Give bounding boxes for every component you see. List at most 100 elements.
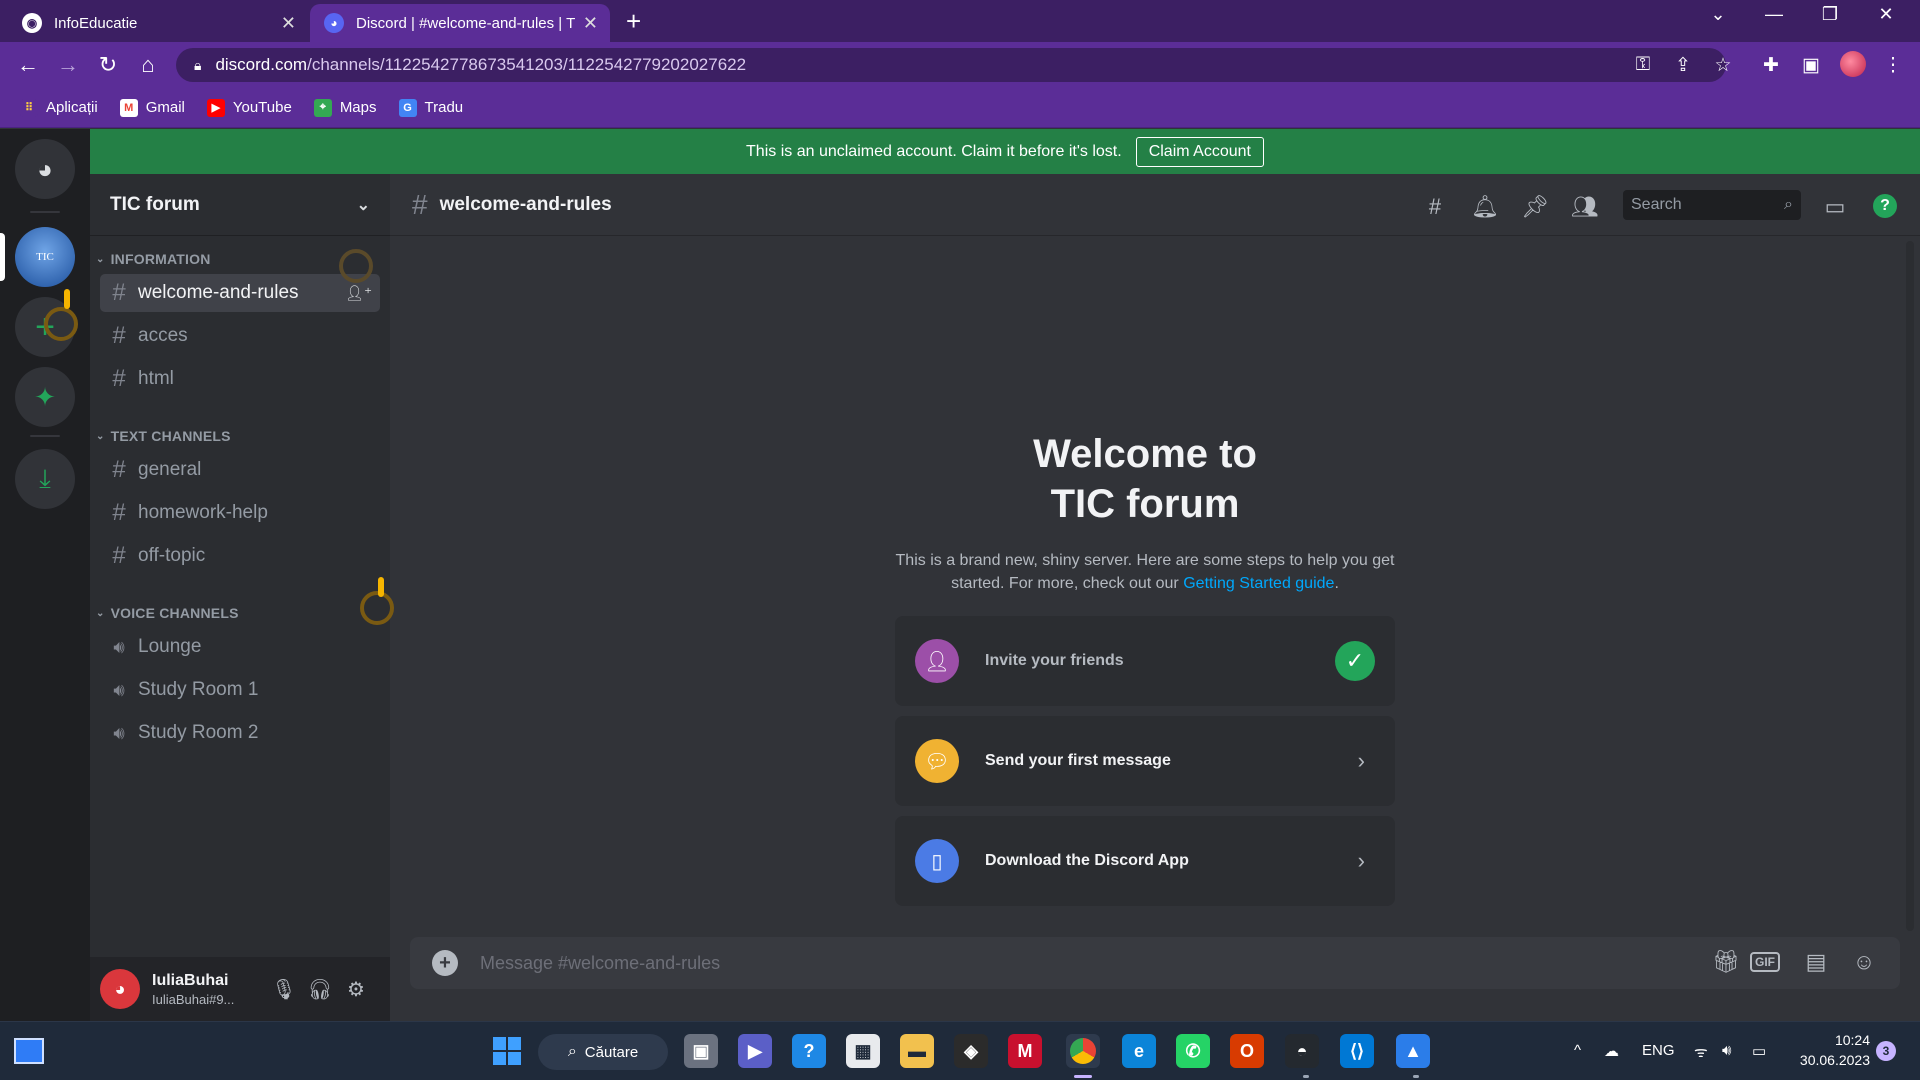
pin-icon[interactable]: 📌︎ [1520,194,1550,220]
bookmark-youtube[interactable]: ▶ YouTube [206,98,292,117]
claim-account-button[interactable]: Claim Account [1135,136,1264,167]
vscode-icon[interactable]: ⟨⟩ [1340,1034,1374,1068]
download-app-card[interactable]: ▯ Download the Discord App › [895,816,1395,906]
chrome-icon[interactable] [1066,1034,1100,1068]
explore-servers-button[interactable]: ✦ [15,367,75,427]
bookmark-translate[interactable]: G Tradu [398,98,463,117]
channel-html[interactable]: # html [100,360,380,398]
browser-tab-discord[interactable]: ◕ Discord | #welcome-and-rules | T ✕ [310,4,610,42]
mcafee-icon[interactable]: M [1008,1034,1042,1068]
file-explorer-icon[interactable]: ▬ [900,1034,934,1068]
message-composer[interactable]: + Message #welcome-and-rules 🎁︎ GIF ▤ ☺ [410,937,1900,989]
download-apps-button[interactable]: ⤓ [15,449,75,509]
browser-tab-infoeducatie[interactable]: ◉ InfoEducatie ✕ [8,4,308,42]
restore-button[interactable]: ❐ [1802,4,1858,25]
clock-time: 10:24 [1834,1032,1870,1048]
gear-icon[interactable]: ⚙ [342,977,370,1002]
tab-search-icon[interactable]: ⌄ [1690,4,1746,25]
taskbar-search[interactable]: ⌕ Căutare [538,1034,668,1070]
system-clock[interactable]: 10:24 30.06.2023 [1788,1030,1870,1070]
forward-icon[interactable]: → [54,52,82,78]
channel-homework-help[interactable]: # homework-help [100,494,380,532]
language-indicator[interactable]: ENG [1642,1042,1675,1059]
channel-general[interactable]: # general [100,451,380,489]
bookmark-apps[interactable]: ⠿ Aplicații [20,98,98,117]
getting-started-link[interactable]: Getting Started guide [1183,575,1334,592]
category-information[interactable]: ⌄ INFORMATION [96,251,211,267]
emoji-icon[interactable]: ☺ [1848,949,1880,975]
home-icon[interactable]: ⌂ [134,52,162,78]
profile-avatar[interactable] [1840,51,1866,77]
photos-icon[interactable]: ▲ [1396,1034,1430,1068]
user-avatar[interactable]: ◕ [100,969,140,1009]
gif-button[interactable]: GIF [1750,952,1780,972]
chevron-down-icon: ⌄ [96,253,105,265]
chat-scrollbar[interactable] [1906,241,1914,931]
bell-icon[interactable]: 🔔︎ [1470,194,1500,220]
extensions-icon[interactable]: ✚ [1758,54,1784,77]
office-icon[interactable]: O [1230,1034,1264,1068]
star-icon[interactable]: ☆ [1710,54,1736,77]
channel-acces[interactable]: # acces [100,317,380,355]
minimize-button[interactable]: — [1746,4,1802,25]
tutorial-ring [44,307,78,341]
weather-icon[interactable]: ? [792,1034,826,1068]
search-input[interactable]: Search ⌕ [1623,190,1801,220]
onedrive-warning-icon[interactable]: ☁ [1604,1042,1619,1060]
lock-icon[interactable]: 🔒︎ [194,57,201,74]
category-text-channels[interactable]: ⌄ TEXT CHANNELS [96,428,231,444]
microsoft-store-icon[interactable]: ▦ [846,1034,880,1068]
reload-icon[interactable]: ↻ [94,52,122,78]
discord-home-button[interactable]: ◕ [15,139,75,199]
battery-icon[interactable]: ▭ [1752,1042,1766,1060]
task-view-icon[interactable]: ▣ [684,1034,718,1068]
key-icon[interactable]: ⚿ [1630,54,1656,76]
sticker-icon[interactable]: ▤ [1800,949,1832,975]
category-voice-channels[interactable]: ⌄ VOICE CHANNELS [96,605,239,621]
notification-badge[interactable]: 3 [1876,1041,1896,1061]
back-icon[interactable]: ← [14,52,42,78]
address-bar[interactable]: 🔒︎ discord.com/channels/1122542778673541… [176,48,1726,82]
whatsapp-icon[interactable]: ✆ [1176,1034,1210,1068]
server-icon-tic-forum[interactable]: TIC [15,227,75,287]
edge-icon[interactable]: e [1122,1034,1156,1068]
mute-microphone-icon[interactable]: 🎙︎ [270,977,298,1002]
voice-channel-lounge[interactable]: 🔊︎ Lounge [100,628,380,666]
github-icon[interactable]: ◓ [1285,1034,1319,1068]
threads-icon[interactable]: # [1420,194,1450,220]
member-list-icon[interactable]: 👥︎ [1570,194,1600,220]
close-tab-icon[interactable]: ✕ [583,13,598,34]
gift-icon[interactable]: 🎁︎ [1710,949,1742,975]
channel-off-topic[interactable]: # off-topic [100,537,380,575]
invite-friends-card[interactable]: 👤︎ Invite your friends ✓ [895,616,1395,706]
show-hidden-icons-icon[interactable]: ^ [1574,1042,1581,1059]
share-icon[interactable]: ⇪ [1670,54,1696,77]
tab-title: InfoEducatie [54,14,138,32]
voice-channel-study-room-2[interactable]: 🔊︎ Study Room 2 [100,714,380,752]
inbox-icon[interactable]: ▭ [1820,194,1850,220]
user-info[interactable]: IuliaBuhai IuliaBuhai#9... [152,972,234,1007]
bookmark-gmail[interactable]: M Gmail [119,98,185,117]
side-panel-icon[interactable]: ▣ [1798,54,1824,77]
channel-welcome-and-rules[interactable]: # welcome-and-rules 👤︎⁺ [100,274,380,312]
help-icon[interactable]: ? [1873,194,1897,218]
start-button[interactable] [490,1034,524,1068]
new-tab-button[interactable]: + [626,6,641,37]
voice-channel-study-room-1[interactable]: 🔊︎ Study Room 1 [100,671,380,709]
welcome-section: Welcome to TIC forum This is a brand new… [895,429,1395,595]
bookmark-maps[interactable]: ⌖ Maps [313,98,377,117]
teams-chat-icon[interactable]: ▶ [738,1034,772,1068]
invite-member-icon[interactable]: 👤︎⁺ [345,284,372,302]
wifi-icon[interactable]: ᯤ [1694,1042,1708,1062]
channel-label: off-topic [138,545,206,566]
close-window-button[interactable]: ✕ [1858,4,1914,25]
server-header[interactable]: TIC forum ⌄ [90,174,390,236]
widgets-icon[interactable] [14,1038,44,1064]
close-tab-icon[interactable]: ✕ [281,13,296,34]
send-first-message-card[interactable]: 💬︎ Send your first message › [895,716,1395,806]
headphones-icon[interactable]: 🎧︎ [306,977,334,1002]
unity-icon[interactable]: ◈ [954,1034,988,1068]
volume-icon[interactable]: 🔊︎ [1722,1042,1731,1059]
menu-icon[interactable]: ⋮ [1880,54,1906,77]
attach-plus-icon[interactable]: + [432,950,458,976]
